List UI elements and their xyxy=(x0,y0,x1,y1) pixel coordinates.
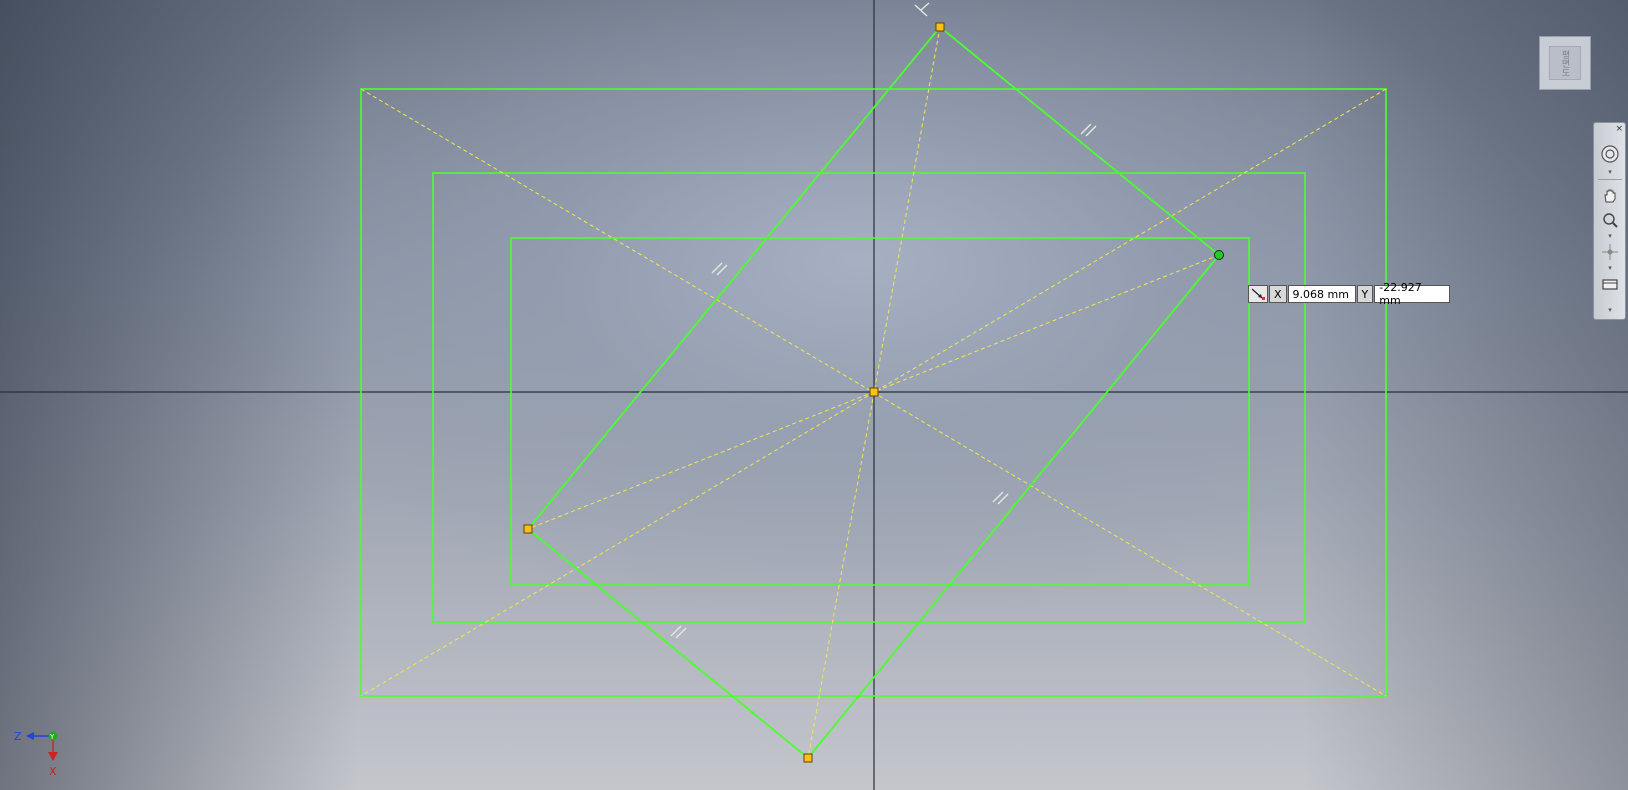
chevron-down-icon[interactable]: ▾ xyxy=(1606,233,1614,240)
steering-wheel-icon[interactable] xyxy=(1599,143,1621,165)
graphics-viewport[interactable]: X 9.068 mm Y -22.927 mm 평면도 × ▾ ▾ ▾ ▾ Z … xyxy=(0,0,1628,790)
sketch-point-left[interactable] xyxy=(523,524,533,534)
zoom-icon[interactable] xyxy=(1599,209,1621,231)
parallel-constraint-icon xyxy=(1080,123,1097,137)
chevron-down-icon[interactable]: ▾ xyxy=(1606,169,1614,176)
parallel-constraint-glyphs xyxy=(670,123,1097,639)
viewcube-face[interactable]: 평면도 xyxy=(1549,46,1581,80)
parallel-constraint-icon xyxy=(670,625,687,639)
x-coordinate-input[interactable]: 9.068 mm xyxy=(1287,285,1356,303)
expand-icon[interactable]: ▾ xyxy=(1606,307,1614,314)
triad-y-label: Y xyxy=(49,733,55,741)
y-field-label: Y xyxy=(1356,285,1374,303)
triad-z-label: Z xyxy=(14,730,22,743)
close-icon[interactable]: × xyxy=(1615,124,1623,134)
parallel-constraint-icon xyxy=(711,262,728,276)
sketch-point-bottom[interactable] xyxy=(803,753,813,763)
x-field-label: X xyxy=(1269,285,1287,303)
chevron-down-icon[interactable]: ▾ xyxy=(1606,265,1614,272)
pan-hand-icon[interactable] xyxy=(1599,185,1621,207)
coordinate-input-box: X 9.068 mm Y -22.927 mm xyxy=(1248,281,1451,307)
view-face-icon[interactable] xyxy=(1599,273,1621,295)
y-coordinate-input[interactable]: -22.927 mm xyxy=(1374,281,1451,307)
perpendicular-constraint-icon xyxy=(914,2,930,17)
sketch-canvas[interactable] xyxy=(0,0,1628,790)
sketch-point-top[interactable] xyxy=(935,22,945,32)
coordinate-triad: Z Y X xyxy=(14,730,58,778)
navigation-bar: × ▾ ▾ ▾ ▾ xyxy=(1593,122,1626,320)
dimension-arrow-icon[interactable] xyxy=(1248,285,1268,303)
middle-rectangle[interactable] xyxy=(432,172,1306,623)
viewcube[interactable]: 평면도 xyxy=(1539,36,1591,90)
orbit-icon[interactable] xyxy=(1599,241,1621,263)
sketch-point-center[interactable] xyxy=(869,387,879,397)
parallel-constraint-icon xyxy=(992,491,1009,505)
inner-rectangle[interactable] xyxy=(510,237,1250,586)
triad-x-label: X xyxy=(49,765,57,778)
navbar-divider xyxy=(1598,179,1622,180)
active-cursor-point[interactable] xyxy=(1214,250,1224,260)
